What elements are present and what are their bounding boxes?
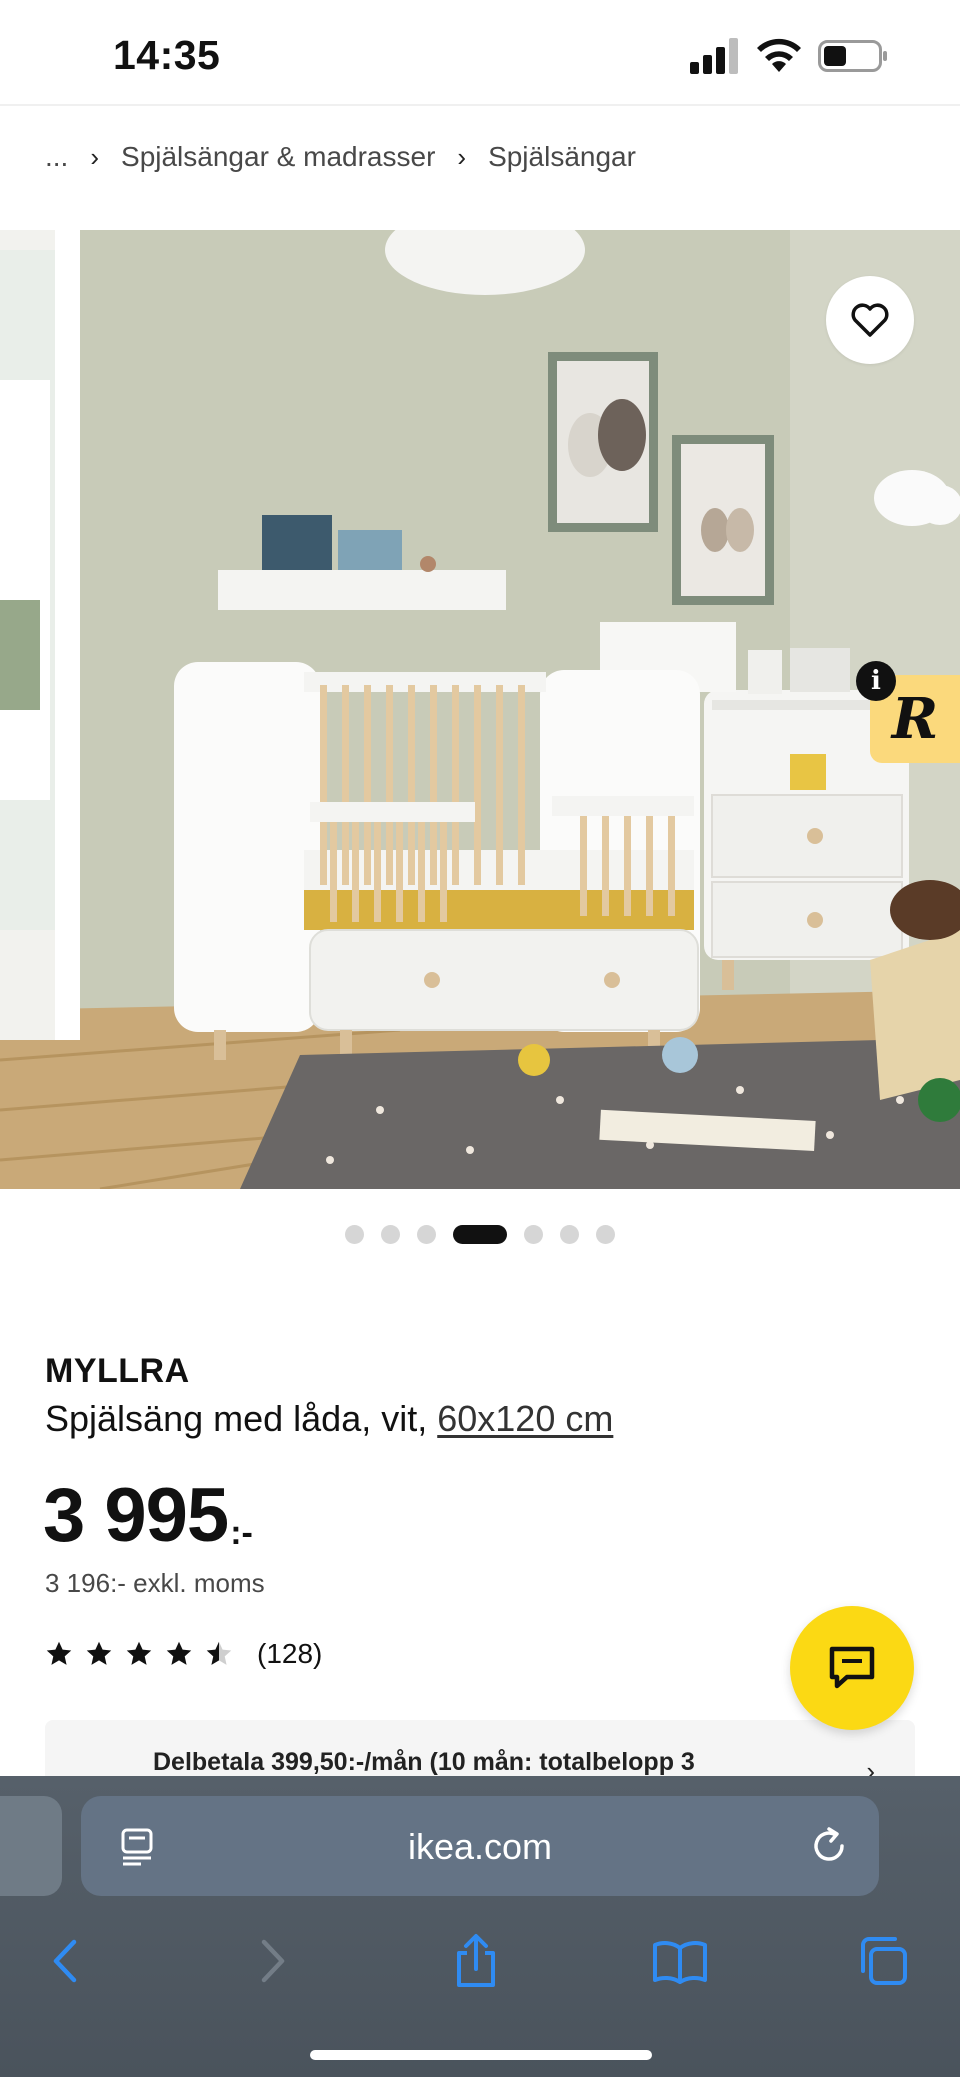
- carousel-dot[interactable]: [345, 1224, 364, 1244]
- product-description: Spjälsäng med låda, vit, 60x120 cm: [45, 1398, 613, 1440]
- forward-icon: [261, 1939, 285, 1983]
- carousel-dot[interactable]: [524, 1224, 543, 1244]
- carousel-dot[interactable]: [560, 1224, 579, 1244]
- rating-stars: [45, 1640, 233, 1668]
- address-bar[interactable]: ikea.com: [81, 1796, 879, 1896]
- product-description-text: Spjälsäng med låda, vit,: [45, 1398, 428, 1439]
- status-time: 14:35: [113, 32, 221, 78]
- bookmarks-icon: [653, 1941, 707, 1984]
- product-brand: MYLLRA: [45, 1352, 190, 1390]
- breadcrumb-link-crib-mattresses[interactable]: Spjälsängar & madrasser: [121, 141, 435, 173]
- image-carousel-dots: [345, 1224, 615, 1244]
- wifi-icon: [757, 38, 801, 72]
- breadcrumb: ... › Spjälsängar & madrasser › Spjälsän…: [45, 137, 636, 177]
- breadcrumb-link-cribs[interactable]: Spjälsängar: [488, 141, 636, 173]
- star-full-icon: [86, 1641, 112, 1665]
- reload-icon[interactable]: [809, 1826, 849, 1866]
- back-icon: [53, 1939, 77, 1983]
- share-icon: [457, 1934, 495, 1987]
- breadcrumb-chevron-icon: ›: [457, 141, 467, 172]
- product-image[interactable]: [0, 230, 960, 1189]
- previous-tab-preview[interactable]: [0, 1796, 62, 1896]
- chat-bubble-icon: [829, 1646, 875, 1689]
- bookmarks-button[interactable]: [645, 1926, 715, 1996]
- tabs-button[interactable]: [848, 1926, 918, 1996]
- tabs-icon: [861, 1937, 907, 1985]
- share-button[interactable]: [441, 1926, 511, 1996]
- carousel-dot-active[interactable]: [453, 1224, 507, 1244]
- battery-icon: [818, 40, 887, 72]
- chat-button[interactable]: [790, 1606, 914, 1730]
- rating-count: (128): [257, 1638, 323, 1669]
- product-rating[interactable]: (128): [45, 1638, 322, 1670]
- carousel-dot[interactable]: [417, 1224, 436, 1244]
- star-full-icon: [46, 1641, 72, 1665]
- cellular-signal-icon: [690, 38, 738, 74]
- status-bar: 14:35: [0, 0, 960, 106]
- star-half-icon: [206, 1641, 232, 1665]
- heart-outline-icon: [851, 303, 889, 337]
- browser-toolbar: [0, 1926, 960, 2006]
- breadcrumb-ellipsis[interactable]: ...: [45, 141, 68, 173]
- product-size-link[interactable]: 60x120 cm: [437, 1398, 613, 1439]
- back-button[interactable]: [30, 1926, 100, 1996]
- favorite-button[interactable]: [826, 276, 914, 364]
- info-icon[interactable]: i: [856, 661, 896, 701]
- star-full-icon: [126, 1641, 152, 1665]
- price-suffix: :-: [230, 1514, 253, 1552]
- product-price: 3 995 :-: [43, 1476, 253, 1556]
- browser-chrome: ikea.com: [0, 1776, 960, 2077]
- url-text: ikea.com: [407, 1826, 553, 1867]
- installment-text: Delbetala 399,50:-/mån (10 mån: totalbel…: [153, 1748, 695, 1776]
- price-value: 3 995: [43, 1473, 229, 1558]
- carousel-dot[interactable]: [381, 1224, 400, 1244]
- breadcrumb-chevron-icon: ›: [90, 141, 100, 172]
- home-indicator: [310, 2050, 652, 2060]
- carousel-dot[interactable]: [596, 1224, 615, 1244]
- price-excluding-vat: 3 196:- exkl. moms: [45, 1568, 265, 1598]
- star-full-icon: [166, 1641, 192, 1665]
- forward-button[interactable]: [238, 1926, 308, 1996]
